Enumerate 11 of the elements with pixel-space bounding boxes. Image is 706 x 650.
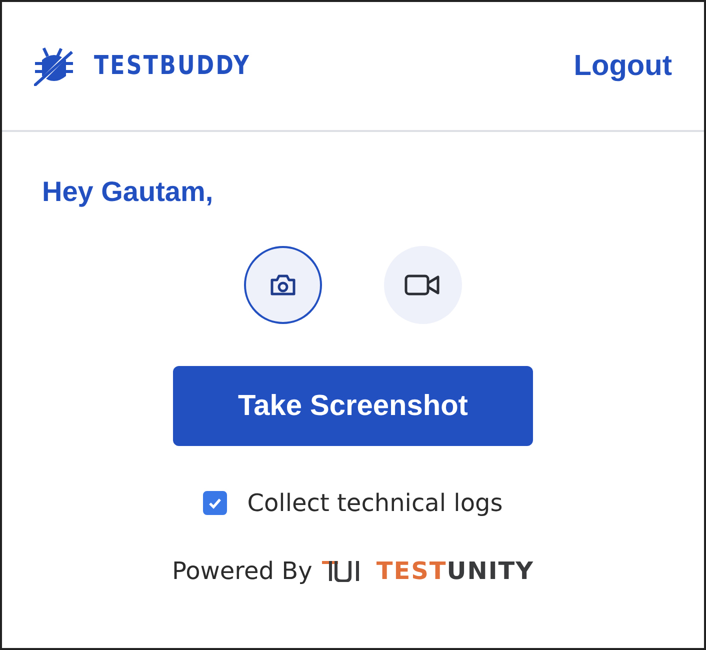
camera-icon [269, 273, 297, 297]
checkbox-label: Collect technical logs [247, 489, 503, 517]
video-camera-icon [404, 273, 442, 297]
bug-logo-icon [34, 46, 74, 86]
brand-name: TESTBUDDY [94, 51, 251, 81]
powered-by-text: Powered By [172, 557, 312, 585]
greeting-text: Hey Gautam, [42, 176, 214, 208]
take-screenshot-button[interactable]: Take Screenshot [173, 366, 533, 446]
testunity-logo-text: TESTUNITY [376, 557, 534, 585]
checkbox[interactable] [203, 491, 228, 515]
logout-link[interactable]: Logout [574, 50, 672, 82]
